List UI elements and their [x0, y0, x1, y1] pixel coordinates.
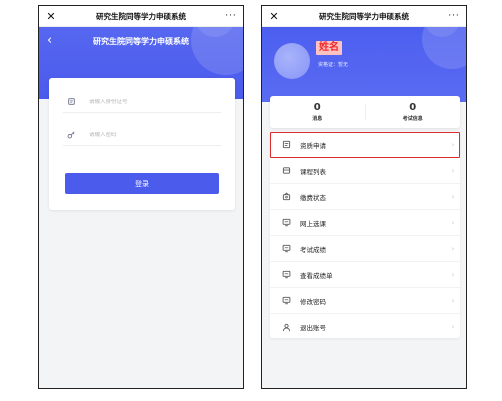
certificate-status: 资格证：暂无 [318, 62, 349, 68]
chevron-right-icon: › [451, 296, 455, 305]
password-input[interactable] [89, 131, 209, 138]
logout-icon [276, 323, 296, 332]
course-list-icon [276, 166, 296, 175]
avatar[interactable] [274, 43, 310, 79]
menu-item-label: 修改密码 [300, 297, 326, 306]
menu-item-label: 退出账号 [300, 324, 326, 332]
menu-item-exam-score[interactable]: 考试成绩 › [270, 236, 460, 262]
chevron-right-icon: › [451, 323, 455, 331]
chevron-right-icon: › [451, 140, 455, 149]
password-field[interactable] [63, 124, 221, 146]
more-options-icon[interactable]: ··· [442, 11, 466, 21]
id-card-icon [63, 98, 79, 105]
menu-item-transcript[interactable]: 查看成绩单 › [270, 262, 460, 288]
login-screen: ✕ 研究生院同等学力申硕系统 ··· ‹ 研究生院同等学力申硕系统 请输入身份证… [38, 5, 244, 389]
window-title: 研究生院同等学力申硕系统 [96, 11, 186, 21]
menu-item-qualification[interactable]: 资质申请 › [270, 132, 460, 158]
menu-item-label: 网上选课 [300, 219, 326, 228]
menu-item-course-list[interactable]: 课程列表 › [270, 158, 460, 184]
menu-item-change-password[interactable]: 修改密码 › [270, 288, 460, 314]
chevron-right-icon: › [451, 192, 455, 201]
payment-icon [276, 192, 296, 201]
login-form: 登录 [49, 78, 235, 210]
close-icon[interactable]: ✕ [262, 10, 286, 23]
menu-item-logout[interactable]: 退出账号 › [270, 314, 460, 340]
close-icon[interactable]: ✕ [39, 10, 63, 23]
profile-header: 姓名 资格证：暂无 [262, 27, 466, 102]
menu-item-label: 资质申请 [300, 141, 326, 150]
messages-count: 0 [313, 102, 321, 113]
user-name: 姓名 [316, 41, 342, 55]
menu-item-label: 考试成绩 [300, 245, 326, 254]
exam-info-count: 0 [409, 102, 417, 113]
login-button[interactable]: 登录 [65, 173, 219, 194]
transcript-icon [276, 270, 296, 279]
messages-label: 消息 [312, 116, 323, 122]
more-options-icon[interactable]: ··· [219, 11, 243, 21]
menu-item-online-course[interactable]: 网上选课 › [270, 210, 460, 236]
online-course-icon [276, 218, 296, 227]
exam-score-icon [276, 244, 296, 253]
messages-stat[interactable]: 0 消息 [270, 96, 365, 128]
menu-item-payment-status[interactable]: 缴费状态 › [270, 184, 460, 210]
id-number-input[interactable] [89, 98, 209, 105]
chevron-right-icon: › [451, 244, 455, 253]
wechat-title-bar: ✕ 研究生院同等学力申硕系统 ··· [262, 6, 466, 27]
chevron-right-icon: › [451, 166, 455, 175]
profile-screen: ✕ 研究生院同等学力申硕系统 ··· 姓名 资格证：暂无 0 消息 0 考试信息… [261, 5, 467, 389]
password-icon [276, 296, 296, 305]
key-icon [63, 130, 79, 139]
function-menu: 资质申请 › 课程列表 › 缴费状态 › 网上选课 › 考试成绩 › 查看成绩单… [270, 132, 460, 338]
page-title: 研究生院同等学力申硕系统 [93, 37, 189, 46]
qualification-icon [276, 140, 296, 149]
exam-info-stat[interactable]: 0 考试信息 [366, 96, 461, 128]
exam-info-label: 考试信息 [402, 116, 423, 122]
menu-item-label: 课程列表 [300, 167, 326, 176]
stats-card: 0 消息 0 考试信息 [270, 96, 460, 128]
chevron-right-icon: › [451, 270, 455, 279]
menu-item-label: 缴费状态 [300, 193, 326, 202]
menu-item-label: 查看成绩单 [300, 271, 333, 280]
id-number-field[interactable] [63, 91, 221, 113]
chevron-right-icon: › [451, 218, 455, 227]
window-title: 研究生院同等学力申硕系统 [319, 11, 409, 21]
wechat-title-bar: ✕ 研究生院同等学力申硕系统 ··· [39, 6, 243, 27]
